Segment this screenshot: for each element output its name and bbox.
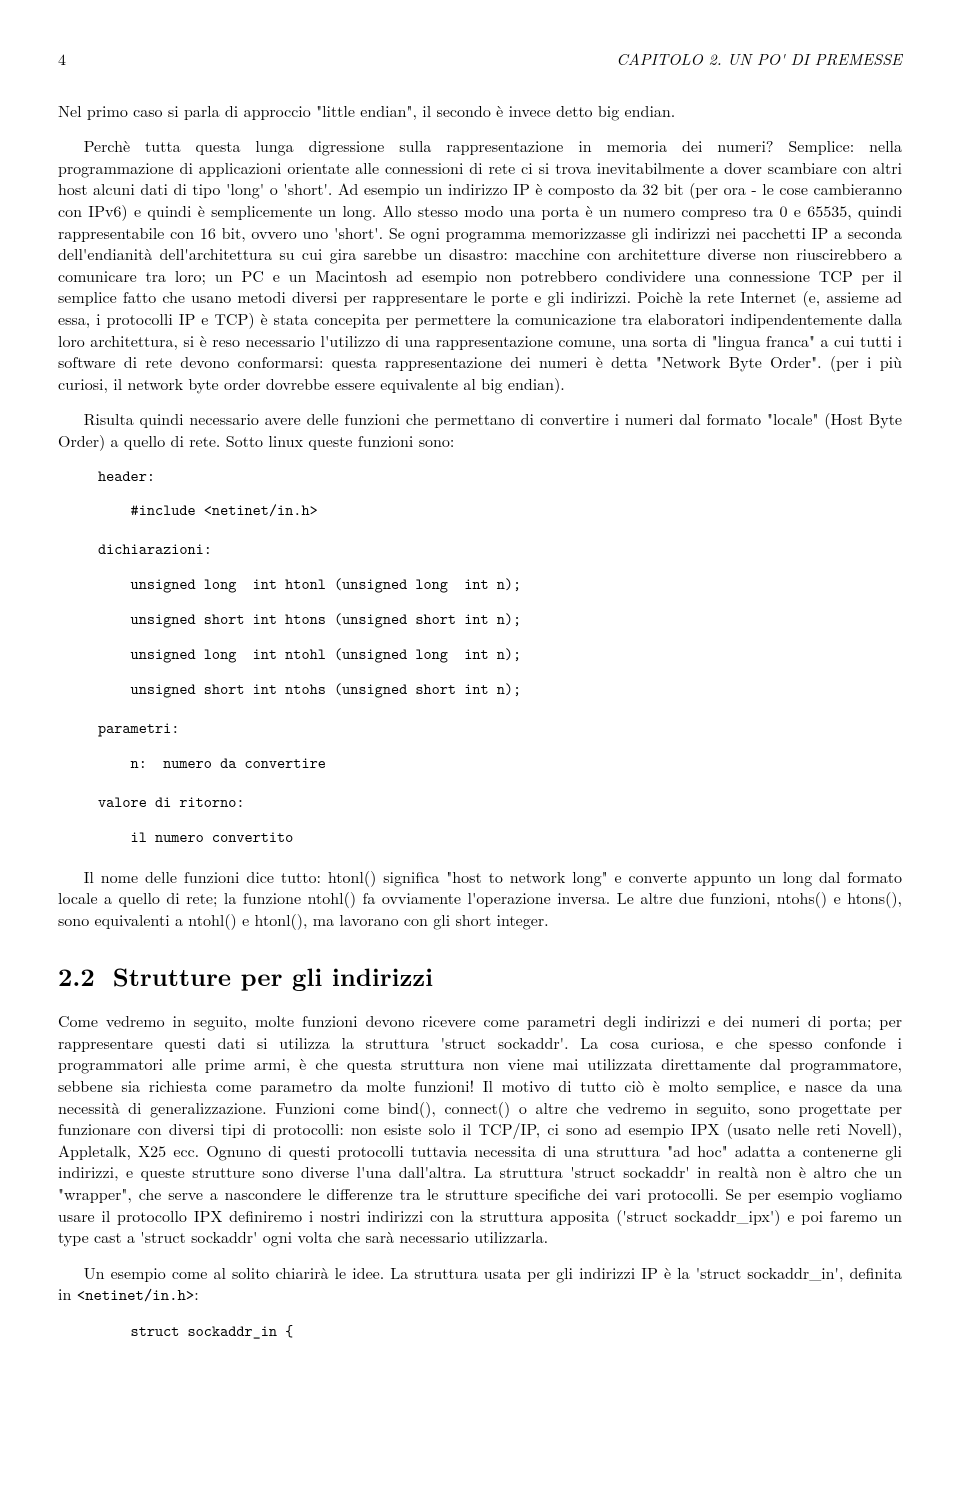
page-number: 4	[58, 48, 66, 70]
page-header: 4 CAPITOLO 2. UN PO' DI PREMESSE	[58, 48, 902, 70]
code-param-label: parametri:	[98, 718, 902, 739]
code-decl-3: unsigned long int ntohl (unsigned long i…	[98, 644, 902, 665]
code-block-declarations: dichiarazioni: unsigned long int htonl (…	[98, 539, 902, 700]
paragraph-1: Nel primo caso si parla di approccio "li…	[58, 100, 902, 122]
code-struct-1: struct sockaddr_in {	[98, 1321, 902, 1342]
section-title: Strutture per gli indirizzi	[113, 959, 433, 994]
chapter-title: CAPITOLO 2. UN PO' DI PREMESSE	[616, 48, 902, 70]
code-return-1: il numero convertito	[98, 827, 902, 848]
paragraph-6c: :	[194, 1282, 198, 1305]
paragraph-4: Il nome delle funzioni dice tutto: htonl…	[58, 866, 902, 931]
code-decl-1: unsigned long int htonl (unsigned long i…	[98, 574, 902, 595]
code-block-header: header: #include <netinet/in.h>	[98, 466, 902, 522]
code-header-include: #include <netinet/in.h>	[98, 500, 902, 521]
code-block-struct: struct sockaddr_in {	[98, 1321, 902, 1342]
code-header-label: header:	[98, 466, 902, 487]
paragraph-6: Un esempio come al solito chiarirà le id…	[58, 1262, 902, 1307]
inline-code-include: <netinet/in.h>	[77, 1285, 195, 1306]
code-block-parameters: parametri: n: numero da convertire	[98, 718, 902, 774]
code-param-1: n: numero da convertire	[98, 753, 902, 774]
code-block-return: valore di ritorno: il numero convertito	[98, 792, 902, 848]
code-decl-2: unsigned short int htons (unsigned short…	[98, 609, 902, 630]
paragraph-5: Come vedremo in seguito, molte funzioni …	[58, 1010, 902, 1248]
section-heading: 2.2 Strutture per gli indirizzi	[58, 960, 902, 994]
code-decl-label: dichiarazioni:	[98, 539, 902, 560]
paragraph-2: Perchè tutta questa lunga digressione su…	[58, 135, 902, 394]
code-return-label: valore di ritorno:	[98, 792, 902, 813]
code-decl-4: unsigned short int ntohs (unsigned short…	[98, 679, 902, 700]
paragraph-3: Risulta quindi necessario avere delle fu…	[58, 408, 902, 451]
section-number: 2.2	[58, 959, 95, 994]
